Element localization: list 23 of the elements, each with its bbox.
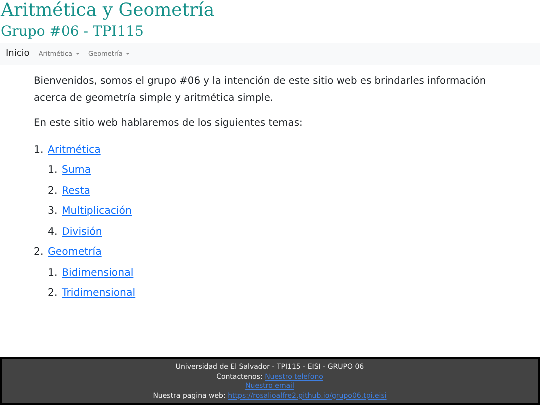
list-number: 1. bbox=[34, 144, 44, 156]
intro-paragraph: Bienvenidos, somos el grupo #06 y la intención de este sitio web es brindarles información acerca de geometría simple y aritmética simple. bbox=[34, 75, 488, 106]
caret-icon bbox=[126, 53, 130, 55]
list-number: 1. bbox=[48, 268, 58, 279]
list-number: 4. bbox=[48, 226, 58, 238]
subtopic-link[interactable]: Multiplicación bbox=[62, 206, 132, 218]
site-title: Aritmética y Geometría bbox=[1, 0, 215, 22]
nav-link[interactable]: Inicio bbox=[6, 49, 30, 59]
subtopic-link[interactable]: Bidimensional bbox=[62, 268, 134, 279]
topic-link[interactable]: Aritmética bbox=[48, 144, 101, 156]
topic-link[interactable]: Geometría bbox=[48, 247, 102, 258]
site-subtitle: Grupo #06 - TPI115 bbox=[1, 23, 144, 42]
topics-intro: En este sitio web hablaremos de los siguientes temas: bbox=[34, 117, 304, 131]
list-number: 1. bbox=[48, 165, 58, 176]
subtopic-link[interactable]: Resta bbox=[62, 186, 90, 197]
list-number: 2. bbox=[34, 247, 44, 258]
list-number: 3. bbox=[48, 206, 58, 218]
list-number: 2. bbox=[48, 186, 58, 197]
subtopic-link[interactable]: Suma bbox=[62, 165, 92, 176]
list-number: 2. bbox=[48, 288, 58, 300]
subtopic-link[interactable]: División bbox=[62, 226, 102, 238]
caret-icon bbox=[76, 53, 80, 55]
subtopic-link[interactable]: Tridimensional bbox=[62, 288, 136, 300]
